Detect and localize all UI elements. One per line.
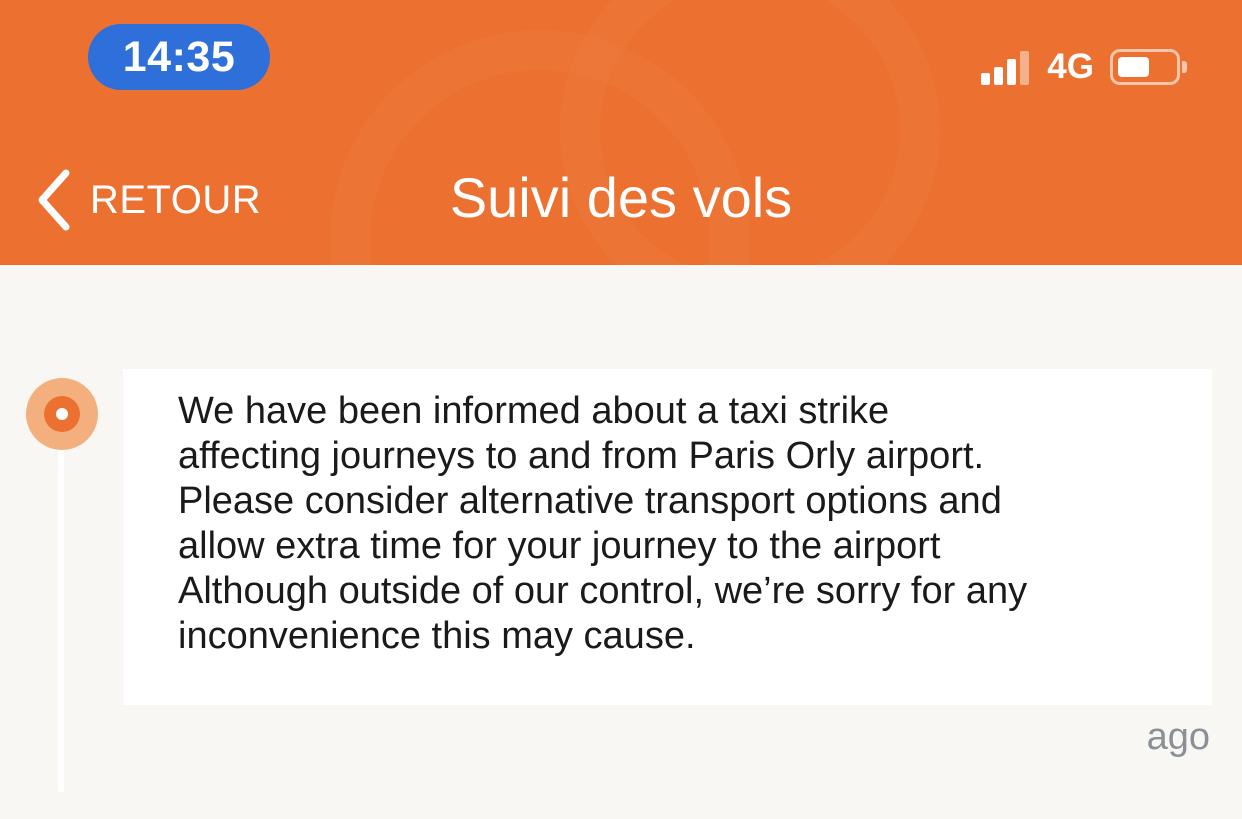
header-bar: 14:35 4G RETOUR Suivi des vols bbox=[0, 0, 1242, 265]
status-time: 14:35 bbox=[88, 24, 270, 90]
battery-icon bbox=[1110, 49, 1187, 85]
message-line: We have been informed about a taxi strik… bbox=[178, 390, 890, 432]
page-title: Suivi des vols bbox=[449, 166, 793, 229]
message-line: affecting journeys to and from Paris Orl… bbox=[178, 435, 985, 477]
message-line: allow extra time for your journey to the… bbox=[178, 525, 941, 567]
message-line: inconvenience this may cause. bbox=[178, 615, 696, 657]
timeline-line bbox=[58, 440, 64, 792]
network-label: 4G bbox=[1047, 47, 1094, 86]
timeline-dot-icon bbox=[26, 378, 98, 450]
status-indicators: 4G bbox=[981, 45, 1187, 89]
message-timestamp: ago bbox=[1146, 716, 1210, 758]
message-card: We have been informed about a taxi strik… bbox=[123, 369, 1212, 705]
message-line: Please consider alternative transport op… bbox=[178, 480, 1002, 522]
message-line: Although outside of our control, we’re s… bbox=[178, 570, 1028, 612]
signal-icon bbox=[981, 49, 1033, 85]
